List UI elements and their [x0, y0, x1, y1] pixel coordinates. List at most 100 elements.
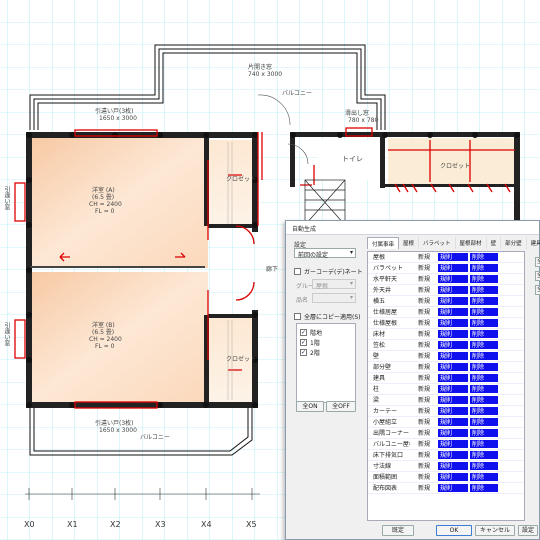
grid-row[interactable]: カーテー 新規 規則 削除: [368, 406, 524, 417]
side-button[interactable]: 全: [535, 285, 540, 295]
row-type-cell[interactable]: 規則: [438, 286, 468, 294]
row-type-cell[interactable]: 規則: [438, 374, 468, 382]
grid-row[interactable]: 配布図表 新規 規則 削除: [368, 483, 524, 494]
row-type-cell[interactable]: 規則: [438, 484, 468, 492]
row-mode[interactable]: 新規: [410, 285, 438, 295]
ok-button[interactable]: OK: [436, 525, 472, 536]
floor-item[interactable]: ✓ 階地: [300, 328, 322, 337]
row-option-cell[interactable]: 削除: [470, 407, 498, 415]
row-mode[interactable]: 新規: [410, 296, 438, 306]
grid-row[interactable]: 床材 新規 規則 削除: [368, 329, 524, 340]
all-on-button[interactable]: 全ON: [296, 401, 324, 412]
grid-row[interactable]: 屋根 新規 規則 削除: [368, 252, 524, 263]
row-mode[interactable]: 新規: [410, 373, 438, 383]
tab-parapet[interactable]: バラペット: [419, 237, 456, 249]
row-mode[interactable]: 新規: [410, 362, 438, 372]
preset-select[interactable]: 前回の設定 ▾: [294, 248, 356, 259]
row-mode[interactable]: 新規: [410, 274, 438, 284]
grid-row[interactable]: 水平軒天 新規 規則 削除: [368, 274, 524, 285]
grid-row[interactable]: 出隅コーナー 新規 規則 削除: [368, 428, 524, 439]
row-mode[interactable]: 新規: [410, 263, 438, 273]
row-mode[interactable]: 新規: [410, 318, 438, 328]
row-option-cell[interactable]: 削除: [470, 396, 498, 404]
grid-row[interactable]: 壁 新規 規則 削除: [368, 351, 524, 362]
row-mode[interactable]: 新規: [410, 329, 438, 339]
row-type-cell[interactable]: 規則: [438, 440, 468, 448]
row-option-cell[interactable]: 削除: [470, 385, 498, 393]
row-option-cell[interactable]: 削除: [470, 440, 498, 448]
row-type-cell[interactable]: 規則: [438, 473, 468, 481]
settings-button[interactable]: 設定: [518, 525, 538, 536]
row-option-cell[interactable]: 削除: [470, 264, 498, 272]
row-mode[interactable]: 新規: [410, 384, 438, 394]
row-type-cell[interactable]: 規則: [438, 363, 468, 371]
grid-row[interactable]: バラペット 新規 規則 削除: [368, 263, 524, 274]
row-option-cell[interactable]: 削除: [470, 341, 498, 349]
row-type-cell[interactable]: 規則: [438, 330, 468, 338]
apply-all-checkbox[interactable]: 全層にコピー適用(S): [294, 312, 361, 321]
row-type-cell[interactable]: 規則: [438, 264, 468, 272]
row-type-cell[interactable]: 規則: [438, 451, 468, 459]
row-option-cell[interactable]: 削除: [470, 473, 498, 481]
row-type-cell[interactable]: 規則: [438, 396, 468, 404]
grid-row[interactable]: 面積範囲 新規 規則 削除: [368, 472, 524, 483]
grid-row[interactable]: 仕様屋根 新規 規則 削除: [368, 318, 524, 329]
grid-row[interactable]: バルコニー屋根子新規規則削除: [368, 439, 524, 450]
row-mode[interactable]: 新規: [410, 450, 438, 460]
row-mode[interactable]: 新規: [410, 395, 438, 405]
row-option-cell[interactable]: 削除: [470, 484, 498, 492]
default-button[interactable]: 既定: [382, 525, 414, 536]
all-off-button[interactable]: 全OFF: [326, 401, 356, 412]
row-mode[interactable]: 新規: [410, 472, 438, 482]
grid-row[interactable]: 仕様居屋 新規 規則 削除: [368, 307, 524, 318]
row-type-cell[interactable]: 規則: [438, 429, 468, 437]
grid-row[interactable]: 小屋組立 新規 規則 削除: [368, 417, 524, 428]
row-mode[interactable]: 新規: [410, 483, 438, 493]
grid-row[interactable]: 外天井 新規 規則 削除: [368, 285, 524, 296]
row-mode[interactable]: 新規: [410, 439, 438, 449]
side-button[interactable]: 全: [535, 257, 540, 267]
row-type-cell[interactable]: 規則: [438, 297, 468, 305]
row-type-cell[interactable]: 規則: [438, 341, 468, 349]
grid-row[interactable]: 床下排気口 新規 規則 削除: [368, 450, 524, 461]
row-option-cell[interactable]: 削除: [470, 363, 498, 371]
row-mode[interactable]: 新規: [410, 351, 438, 361]
row-mode[interactable]: 新規: [410, 428, 438, 438]
row-option-cell[interactable]: 削除: [470, 374, 498, 382]
row-option-cell[interactable]: 削除: [470, 462, 498, 470]
floor-item[interactable]: ✓ 1階: [300, 338, 320, 347]
tab-attached[interactable]: 付属事串: [367, 237, 400, 249]
row-type-cell[interactable]: 規則: [438, 319, 468, 327]
group-select[interactable]: 屋根 ▾: [312, 279, 356, 290]
grid-row[interactable]: 寸法線 新規 規則 削除: [368, 461, 524, 472]
row-type-cell[interactable]: 規則: [438, 352, 468, 360]
row-mode[interactable]: 新規: [410, 406, 438, 416]
row-option-cell[interactable]: 削除: [470, 418, 498, 426]
grid-row[interactable]: 建具 新規 規則 削除: [368, 373, 524, 384]
cancel-button[interactable]: キャンセル: [475, 525, 515, 536]
row-type-cell[interactable]: 規則: [438, 418, 468, 426]
tab-roof[interactable]: 屋根: [399, 237, 420, 249]
row-type-cell[interactable]: 規則: [438, 462, 468, 470]
row-option-cell[interactable]: 削除: [470, 330, 498, 338]
row-option-cell[interactable]: 削除: [470, 319, 498, 327]
row-option-cell[interactable]: 削除: [470, 429, 498, 437]
row-mode[interactable]: 新規: [410, 252, 438, 262]
grid-row[interactable]: 梁 新規 規則 削除: [368, 395, 524, 406]
tab-roof-member[interactable]: 屋根部材: [456, 237, 487, 249]
group-checkbox[interactable]: ガーコーデ(デ)ネート: [294, 267, 363, 276]
row-option-cell[interactable]: 削除: [470, 308, 498, 316]
grid-row[interactable]: 横五 新規 規則 削除: [368, 296, 524, 307]
row-mode[interactable]: 新規: [410, 307, 438, 317]
grid-row[interactable]: 部分壁 新規 規則 削除: [368, 362, 524, 373]
grid-row[interactable]: 柱 新規 規則 削除: [368, 384, 524, 395]
grid-row[interactable]: 笠松 新規 規則 削除: [368, 340, 524, 351]
row-type-cell[interactable]: 規則: [438, 308, 468, 316]
row-option-cell[interactable]: 削除: [470, 286, 498, 294]
row-type-cell[interactable]: 規則: [438, 253, 468, 261]
tab-fitting[interactable]: 建具: [527, 237, 540, 249]
floor-item[interactable]: ✓ 2階: [300, 348, 320, 357]
row-mode[interactable]: 新規: [410, 417, 438, 427]
row-option-cell[interactable]: 削除: [470, 253, 498, 261]
side-button[interactable]: 全: [535, 271, 540, 281]
